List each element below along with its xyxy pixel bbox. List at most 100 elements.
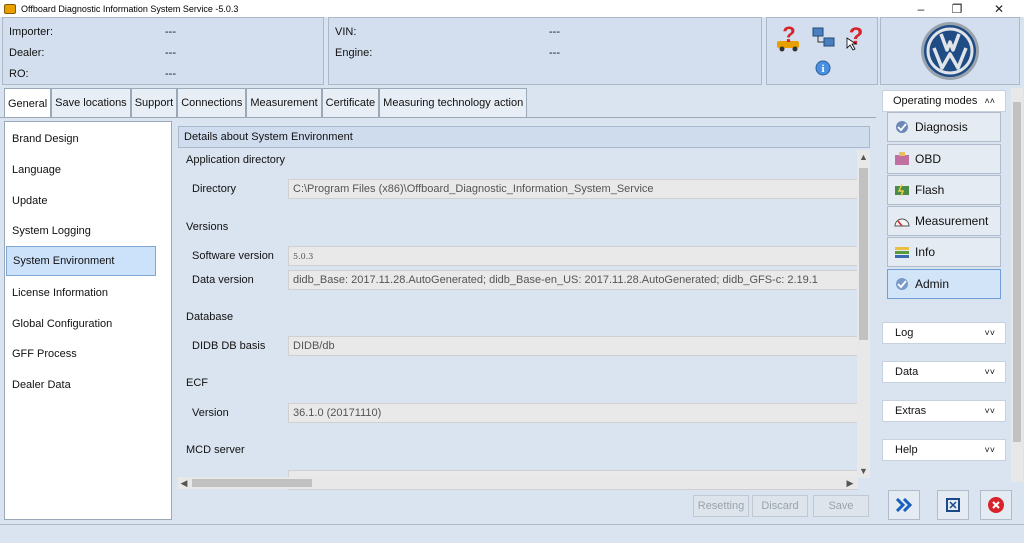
chevron-down-icon: ˅˅ (984, 406, 995, 416)
details-header: Details about System Environment (178, 126, 870, 148)
network-icon[interactable] (811, 26, 837, 50)
section-versions: Versions (186, 221, 229, 233)
help-label: Help (895, 444, 918, 456)
didb-label: DIDB DB basis (192, 340, 266, 352)
diagnosis-icon (896, 121, 908, 133)
mode-info-label: Info (915, 245, 936, 259)
ro-value: --- (165, 68, 176, 80)
details-vertical-scrollbar[interactable]: ▲ ▼ (857, 150, 870, 478)
nav-item-brand-design[interactable]: Brand Design (6, 124, 156, 154)
extras-section-header[interactable]: Extras ˅˅ (882, 400, 1006, 422)
brand-logo-area (880, 17, 1020, 85)
mode-diagnosis-button[interactable]: Diagnosis (887, 112, 1001, 142)
ecf-version-label: Version (192, 407, 229, 419)
obd-icon (895, 152, 909, 165)
save-button[interactable]: Save (813, 495, 869, 517)
mode-admin-button[interactable]: Admin (887, 269, 1001, 299)
vehicle-help-icon[interactable]: ? (775, 24, 805, 52)
mode-measurement-label: Measurement (915, 214, 989, 228)
fit-window-button[interactable] (937, 490, 969, 520)
tab-support[interactable]: Support (130, 88, 178, 117)
tab-measuring-technology-action[interactable]: Measuring technology action (379, 88, 528, 117)
app-icon (4, 3, 16, 14)
details-horizontal-scrollbar[interactable]: ◀ ▶ (178, 477, 858, 489)
chevron-down-icon: ˅˅ (984, 328, 995, 338)
nav-item-license-information[interactable]: License Information (6, 278, 156, 308)
help-cursor-icon[interactable]: ? (843, 24, 871, 52)
dealer-value: --- (165, 47, 176, 59)
chevron-down-icon: ˅˅ (984, 445, 995, 455)
double-arrow-right-icon (895, 498, 913, 512)
mode-obd-label: OBD (915, 152, 942, 166)
horizontal-scroll-thumb[interactable] (192, 479, 312, 487)
nav-item-gff-process[interactable]: GFF Process (6, 339, 156, 369)
log-section-header[interactable]: Log ˅˅ (882, 322, 1006, 344)
section-database: Database (186, 311, 234, 323)
forward-button[interactable] (888, 490, 920, 520)
tab-measurement[interactable]: Measurement (246, 88, 322, 117)
mode-admin-label: Admin (915, 277, 950, 291)
importer-label: Importer: (9, 26, 54, 38)
tab-connections[interactable]: Connections (177, 88, 247, 117)
tab-certificate[interactable]: Certificate (321, 88, 380, 117)
ecf-version-field[interactable]: 36.1.0 (20171110) (288, 403, 858, 423)
mode-flash-label: Flash (915, 183, 945, 197)
data-version-field[interactable]: didb_Base: 2017.11.28.AutoGenerated; did… (288, 270, 858, 290)
tab-save-locations[interactable]: Save locations (51, 88, 131, 117)
chevron-down-icon: ˅˅ (984, 367, 995, 377)
settings-nav: Brand Design Language Update System Logg… (4, 121, 172, 520)
log-label: Log (895, 327, 914, 339)
title-bar: Offboard Diagnostic Information System S… (0, 0, 1024, 17)
vertical-scroll-thumb[interactable] (859, 168, 868, 340)
svg-text:i: i (821, 63, 824, 75)
directory-label: Directory (192, 183, 237, 195)
didb-field[interactable]: DIDB/db (288, 336, 858, 356)
toolbar-icons: ? ? i (766, 17, 878, 85)
directory-field[interactable]: C:\Program Files (x86)\Offboard_Diagnost… (288, 179, 858, 199)
scroll-down-icon[interactable]: ▼ (857, 464, 870, 478)
software-version-label: Software version (192, 250, 274, 262)
nav-item-global-configuration[interactable]: Global Configuration (6, 309, 156, 339)
nav-item-system-logging[interactable]: System Logging (6, 216, 156, 246)
details-scroll-area[interactable]: Application directory Directory C:\Progr… (178, 150, 858, 490)
ro-label: RO: (9, 68, 29, 80)
data-section-header[interactable]: Data ˅˅ (882, 361, 1006, 383)
scroll-right-icon[interactable]: ▶ (844, 477, 856, 489)
nav-item-language[interactable]: Language (6, 155, 156, 185)
section-ecf: ECF (186, 377, 208, 389)
exit-button[interactable] (980, 490, 1012, 520)
vin-value: --- (549, 26, 560, 38)
minimize-icon[interactable]: – (904, 0, 938, 17)
software-version-field[interactable]: 5.0.3 (288, 246, 858, 266)
mode-info-button[interactable]: Info (887, 237, 1001, 267)
vehicle-info-left: Importer: --- Dealer: --- RO: --- (2, 17, 324, 85)
close-icon[interactable]: ✕ (982, 0, 1016, 17)
info-icon[interactable]: i (815, 60, 831, 76)
restore-icon[interactable]: ❐ (940, 0, 974, 17)
mode-flash-button[interactable]: Flash (887, 175, 1001, 205)
operating-modes-header[interactable]: Operating modes ˄˄ (882, 90, 1006, 112)
scroll-left-icon[interactable]: ◀ (178, 477, 190, 489)
status-bar (0, 524, 1024, 543)
resetting-button[interactable]: Resetting (693, 495, 749, 517)
operating-modes-panel: Operating modes ˄˄ Diagnosis OBD Flash M… (880, 88, 1010, 482)
right-panel-scrollbar[interactable] (1011, 88, 1023, 482)
vin-label: VIN: (335, 26, 357, 38)
nav-item-dealer-data[interactable]: Dealer Data (6, 370, 156, 400)
nav-item-update[interactable]: Update (6, 186, 156, 216)
flash-icon (895, 183, 909, 197)
nav-item-system-environment[interactable]: System Environment (6, 246, 156, 276)
help-section-header[interactable]: Help ˅˅ (882, 439, 1006, 461)
mode-obd-button[interactable]: OBD (887, 144, 1001, 174)
tab-general[interactable]: General (4, 88, 52, 118)
engine-value: --- (549, 47, 560, 59)
discard-button[interactable]: Discard (752, 495, 808, 517)
section-mcd-server: MCD server (186, 444, 245, 456)
svg-text:?: ? (782, 24, 795, 47)
right-scroll-thumb[interactable] (1013, 102, 1021, 442)
info-books-icon (895, 247, 909, 258)
mode-measurement-button[interactable]: Measurement (887, 206, 1001, 236)
importer-value: --- (165, 26, 176, 38)
tab-divider (0, 117, 876, 118)
scroll-up-icon[interactable]: ▲ (857, 150, 870, 164)
